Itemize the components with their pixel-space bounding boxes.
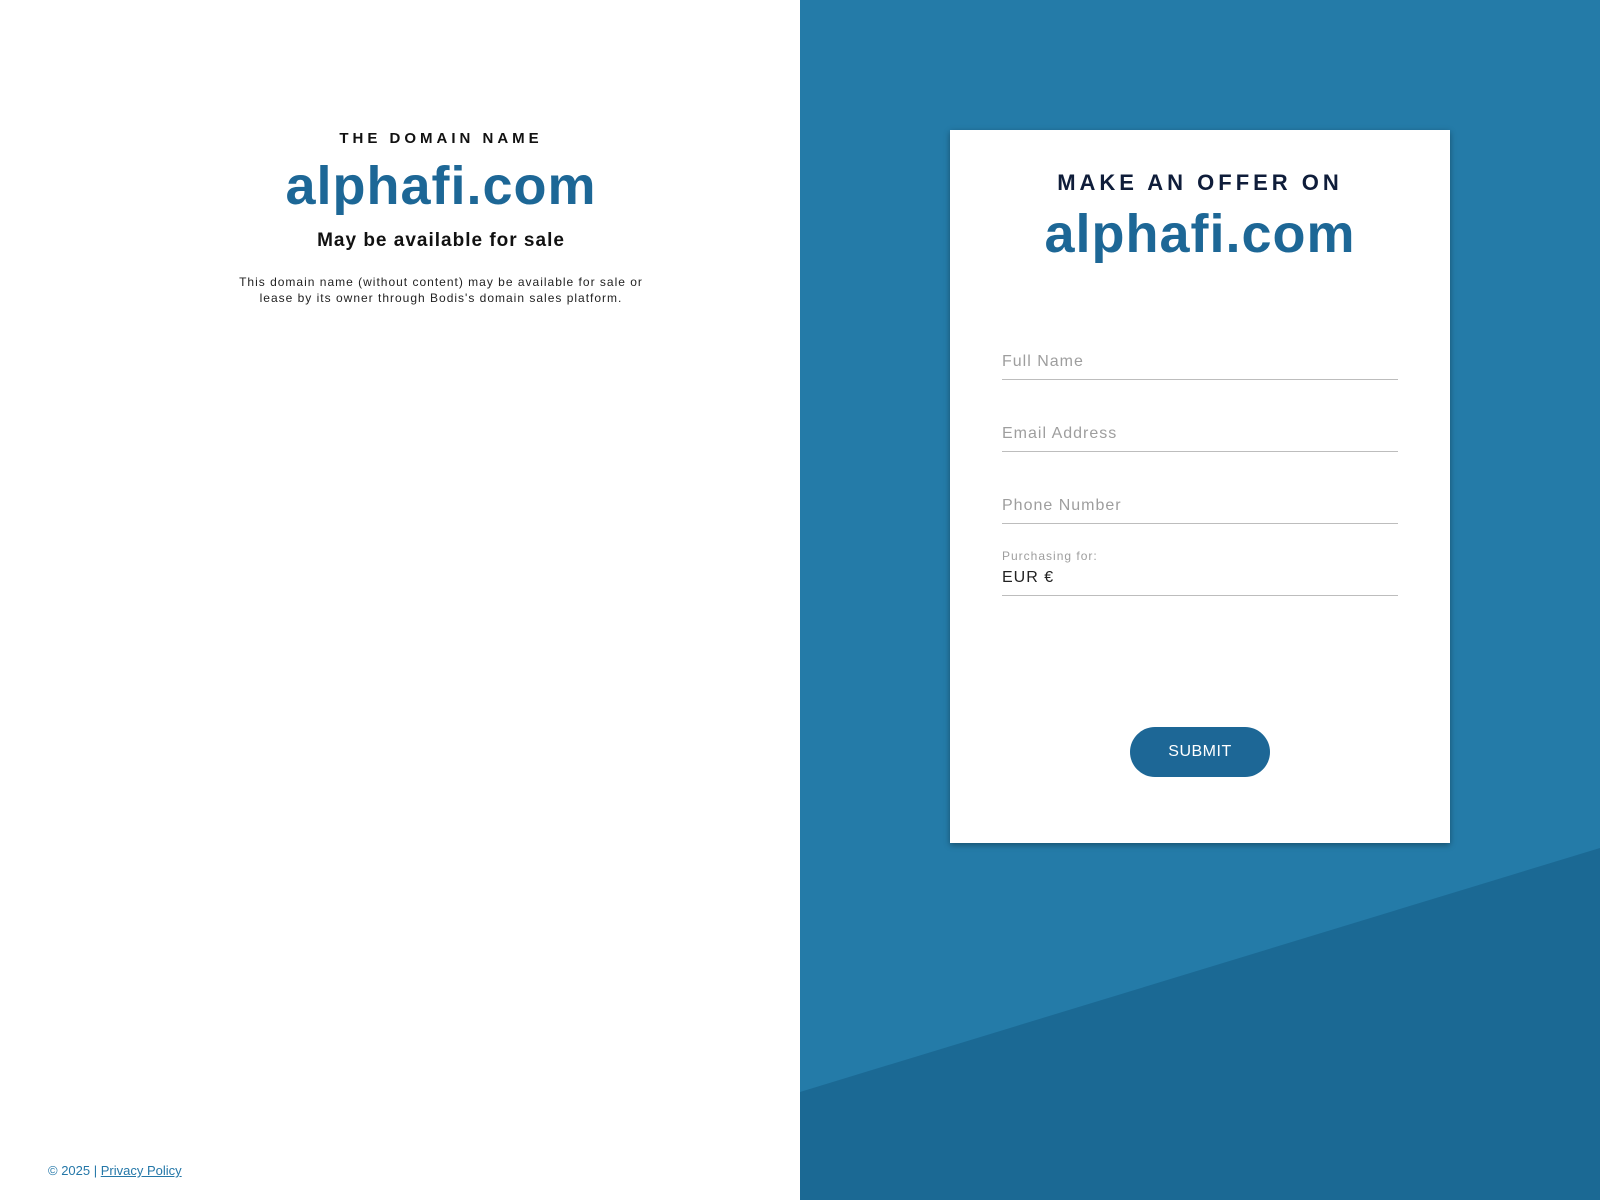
domain-title: alphafi.com (285, 156, 597, 216)
offer-domain-title: alphafi.com (1044, 204, 1356, 264)
offer-card: MAKE AN OFFER ON alphafi.com Purchasing … (950, 130, 1450, 843)
right-panel: MAKE AN OFFER ON alphafi.com Purchasing … (800, 0, 1600, 1200)
availability-subhead: May be available for sale (317, 230, 565, 252)
submit-button[interactable]: SUBMIT (1130, 727, 1270, 777)
phone-field-wrapper (1002, 452, 1398, 524)
full-name-input[interactable] (1002, 347, 1398, 380)
background-diagonal (800, 848, 1600, 1200)
page: THE DOMAIN NAME alphafi.com May be avail… (0, 0, 1600, 1200)
offer-eyebrow: MAKE AN OFFER ON (1057, 170, 1343, 195)
domain-eyebrow: THE DOMAIN NAME (339, 130, 543, 147)
phone-input[interactable] (1002, 491, 1398, 524)
domain-info: THE DOMAIN NAME alphafi.com May be avail… (0, 130, 882, 306)
privacy-policy-link[interactable]: Privacy Policy (101, 1163, 182, 1178)
offer-form: Purchasing for: EUR € (1002, 308, 1398, 596)
full-name-field-wrapper (1002, 308, 1398, 380)
currency-label: Purchasing for: (1002, 549, 1098, 563)
currency-select[interactable]: Purchasing for: EUR € (1002, 524, 1398, 596)
copyright-text: © 2025 | (48, 1163, 98, 1178)
currency-value[interactable]: EUR € (1002, 565, 1398, 596)
domain-description: This domain name (without content) may b… (239, 275, 643, 306)
email-input[interactable] (1002, 419, 1398, 452)
footer: © 2025 | Privacy Policy (48, 1163, 182, 1178)
email-field-wrapper (1002, 380, 1398, 452)
left-panel: THE DOMAIN NAME alphafi.com May be avail… (0, 0, 800, 1200)
